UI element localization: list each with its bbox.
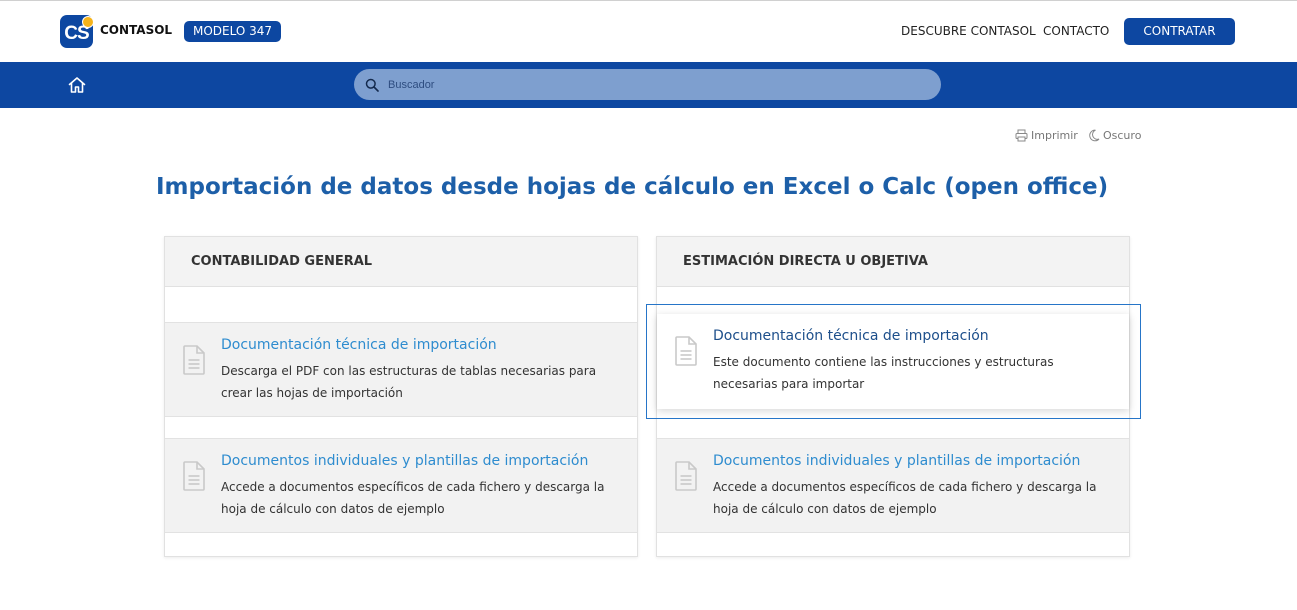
document-icon	[183, 345, 205, 375]
print-label: Imprimir	[1031, 129, 1078, 142]
card-documentos-individuales[interactable]: Documentos individuales y plantillas de …	[657, 438, 1129, 533]
document-icon	[675, 461, 697, 491]
search-input[interactable]	[388, 69, 928, 100]
card-description: Accede a documentos específicos de cada …	[713, 480, 1097, 516]
panel-heading: ESTIMACIÓN DIRECTA U OBJETIVA	[657, 237, 1129, 287]
brand-name[interactable]: CONTASOL	[100, 23, 172, 37]
card-title-link[interactable]: Documentos individuales y plantillas de …	[221, 453, 588, 469]
nav-bar	[0, 62, 1297, 108]
search-icon	[365, 78, 379, 92]
card-description: Accede a documentos específicos de cada …	[221, 480, 605, 516]
dark-mode-button[interactable]: Oscuro	[1088, 129, 1141, 142]
contratar-button[interactable]: CONTRATAR	[1124, 18, 1235, 45]
model-badge[interactable]: MODELO 347	[184, 21, 282, 42]
top-header: CS CONTASOL MODELO 347 DESCUBRE CONTASOL…	[0, 0, 1297, 62]
moon-icon	[1089, 129, 1100, 142]
card-documentos-individuales[interactable]: Documentos individuales y plantillas de …	[165, 438, 637, 533]
nav-descubre-contasol[interactable]: DESCUBRE CONTASOL	[901, 24, 1036, 38]
card-description: Descarga el PDF con las estructuras de t…	[221, 364, 597, 400]
card-title-link[interactable]: Documentos individuales y plantillas de …	[713, 453, 1080, 469]
dark-mode-label: Oscuro	[1103, 129, 1142, 142]
panel-heading: CONTABILIDAD GENERAL	[165, 237, 637, 287]
print-button[interactable]: Imprimir	[1015, 129, 1078, 142]
card-title-link[interactable]: Documentación técnica de importación	[221, 337, 497, 353]
page-title: Importación de datos desde hojas de cálc…	[156, 174, 1109, 200]
search-bar[interactable]	[354, 69, 941, 100]
panel-contabilidad-general: CONTABILIDAD GENERAL Documentación técni…	[164, 236, 638, 557]
document-icon	[183, 461, 205, 491]
focus-outline	[646, 304, 1141, 419]
home-icon[interactable]	[67, 75, 87, 95]
print-icon	[1015, 129, 1028, 142]
logo-dot	[82, 16, 94, 28]
card-documentacion-tecnica[interactable]: Documentación técnica de importación Des…	[165, 322, 637, 417]
nav-contacto[interactable]: CONTACTO	[1043, 24, 1109, 38]
